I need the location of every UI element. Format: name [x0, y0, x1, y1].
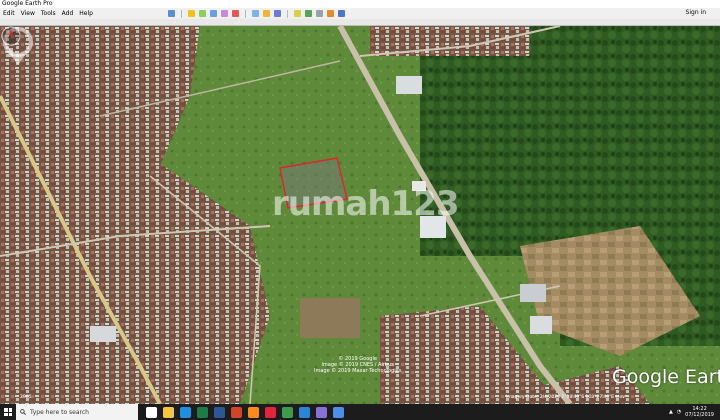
window-title: Google Earth Pro	[0, 0, 720, 8]
menu-add[interactable]: Add	[59, 10, 77, 17]
historical-imagery-icon[interactable]	[251, 10, 259, 17]
show-sidebar-icon[interactable]	[167, 10, 175, 17]
map-view[interactable]: rumah123 © 2019 Google Image © 2019 CNES…	[0, 26, 720, 404]
watermark: rumah123	[272, 184, 460, 224]
menu-edit[interactable]: Edit	[0, 10, 18, 17]
firefox-icon[interactable]	[248, 406, 259, 418]
search-placeholder: Type here to search	[30, 408, 89, 416]
toolbar	[167, 9, 345, 18]
start-button[interactable]	[0, 404, 16, 420]
edge-icon[interactable]	[180, 406, 191, 418]
menu-view[interactable]: View	[18, 10, 38, 17]
navigation-controls-icon[interactable]	[0, 26, 22, 58]
word-icon[interactable]	[214, 406, 225, 418]
google-earth-icon[interactable]	[333, 406, 344, 418]
print-icon[interactable]	[315, 10, 323, 17]
imagery-copyright: © 2019 Google Image © 2019 CNES / Airbus…	[314, 356, 402, 374]
sun-icon[interactable]	[262, 10, 270, 17]
system-tray: ▲ ◔ 14:22 07/12/2019	[669, 406, 720, 418]
clock[interactable]: 14:22 07/12/2019	[685, 406, 714, 418]
planets-icon[interactable]	[273, 10, 281, 17]
save-image-icon[interactable]	[326, 10, 334, 17]
chrome-icon[interactable]	[282, 406, 293, 418]
placemark-icon[interactable]	[187, 10, 195, 17]
toolbar-separator	[286, 9, 288, 18]
polygon-icon[interactable]	[198, 10, 206, 17]
maps-icon[interactable]	[337, 10, 345, 17]
photos-icon[interactable]	[316, 406, 327, 418]
network-icon[interactable]: ◔	[677, 409, 681, 415]
scale-legend: 2905	[20, 395, 32, 400]
powerpoint-icon[interactable]	[231, 406, 242, 418]
view-strip	[0, 19, 720, 26]
windows-icon	[4, 408, 12, 416]
taskbar: Type here to search ▲ ◔ 14:22 07/12/2019	[0, 404, 720, 420]
menubar: Edit View Tools Add Help Sign in	[0, 8, 720, 19]
sign-in-button[interactable]: Sign in	[686, 9, 706, 16]
record-tour-icon[interactable]	[231, 10, 239, 17]
excel-icon[interactable]	[197, 406, 208, 418]
search-icon	[20, 409, 26, 415]
ruler-icon[interactable]	[293, 10, 301, 17]
toolbar-separator	[244, 9, 246, 18]
path-icon[interactable]	[209, 10, 217, 17]
menu-tools[interactable]: Tools	[38, 10, 59, 17]
email-icon[interactable]	[304, 10, 312, 17]
toolbar-separator	[180, 9, 182, 18]
task-view-icon[interactable]	[146, 406, 157, 418]
menu-help[interactable]: Help	[76, 10, 96, 17]
image-overlay-icon[interactable]	[220, 10, 228, 17]
taskbar-search[interactable]: Type here to search	[16, 404, 138, 420]
file-explorer-icon[interactable]	[163, 406, 174, 418]
ie-icon[interactable]	[299, 406, 310, 418]
opera-icon[interactable]	[265, 406, 276, 418]
google-earth-logo: Google Earth	[612, 366, 720, 388]
status-bar: Imagery Date: 2/4/2020 1°18'40"S 103°27'…	[506, 395, 625, 400]
pinned-apps	[146, 406, 344, 418]
notification-icon[interactable]: ▲	[669, 409, 673, 415]
